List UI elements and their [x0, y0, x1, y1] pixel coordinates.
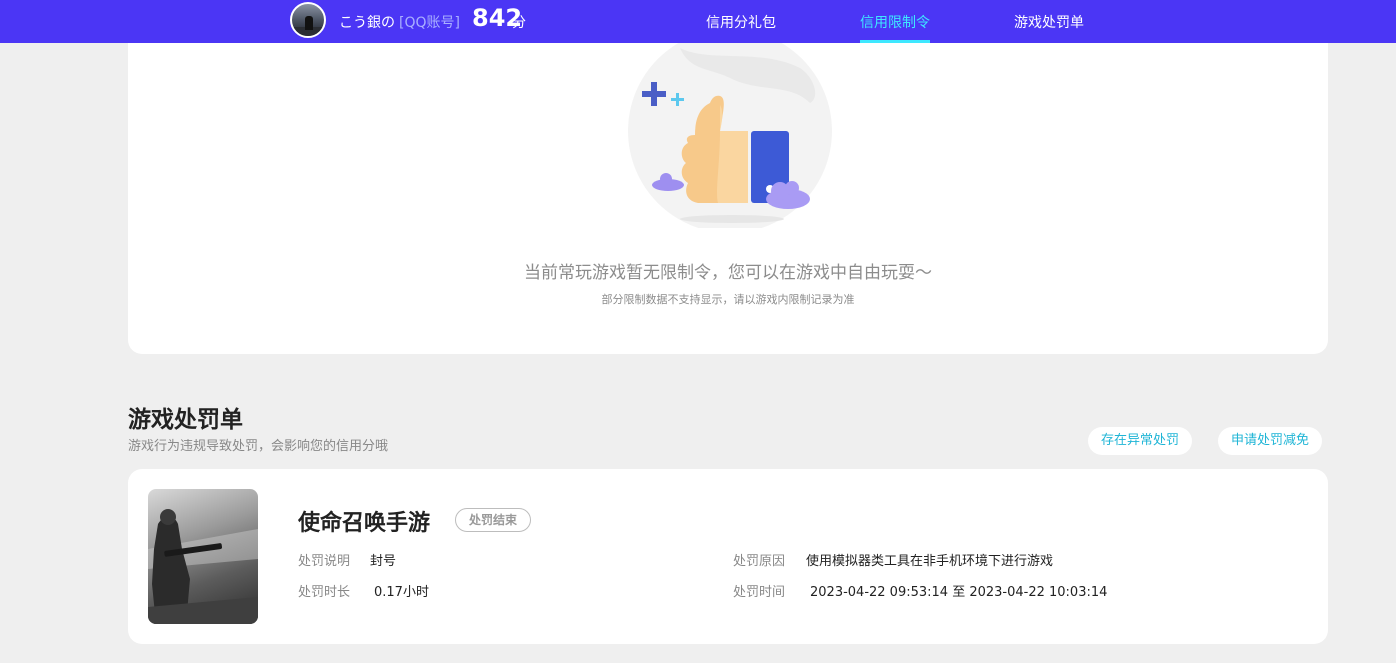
status-badge: 处罚结束 [455, 508, 532, 532]
penalty-section-description: 游戏行为违规导致处罚，会影响您的信用分哦 [128, 439, 389, 454]
active-tab-indicator [860, 40, 930, 43]
penalty-time-label: 处罚时间 [733, 585, 786, 600]
game-cover-image [148, 489, 258, 624]
penalty-record-card[interactable]: 使命召唤手游 处罚结束 处罚说明 封号 处罚时长 0.17小时 处罚原因 使用模… [128, 469, 1328, 644]
empty-state-subtitle: 部分限制数据不支持显示，请以游戏内限制记录为准 [601, 293, 855, 306]
penalty-time-value: 2023-04-22 09:53:14 至 2023-04-22 10:03:1… [810, 585, 1108, 600]
game-title: 使命召唤手游 [298, 511, 431, 536]
account-type: [QQ账号] [399, 15, 460, 31]
apply-penalty-reduction-button[interactable]: 申请处罚减免 [1218, 427, 1323, 455]
tab-game-penalty[interactable]: 游戏处罚单 [1014, 12, 1084, 32]
credit-score-unit: 分 [512, 15, 526, 31]
penalty-desc-label: 处罚说明 [298, 554, 351, 569]
penalty-reason-value: 使用模拟器类工具在非手机环境下进行游戏 [806, 554, 1054, 569]
tab-credit-gift[interactable]: 信用分礼包 [706, 12, 776, 32]
penalty-section-title: 游戏处罚单 [128, 407, 243, 433]
tab-credit-restriction[interactable]: 信用限制令 [860, 12, 930, 32]
penalty-duration-label: 处罚时长 [298, 585, 351, 600]
abnormal-penalty-button[interactable]: 存在异常处罚 [1088, 427, 1193, 455]
penalty-desc-value: 封号 [370, 554, 397, 569]
penalty-duration-value: 0.17小时 [374, 585, 429, 600]
avatar[interactable] [290, 2, 326, 38]
thumbs-up-illustration [628, 43, 832, 228]
empty-state-title: 当前常玩游戏暂无限制令，您可以在游戏中自由玩耍～ [524, 263, 932, 283]
user-name: こう銀の [339, 15, 395, 31]
avatar-figure [305, 16, 313, 30]
penalty-reason-label: 处罚原因 [733, 554, 786, 569]
top-bar: こう銀の [QQ账号] 842 分 信用分礼包 信用限制令 游戏处罚单 [0, 0, 1396, 43]
